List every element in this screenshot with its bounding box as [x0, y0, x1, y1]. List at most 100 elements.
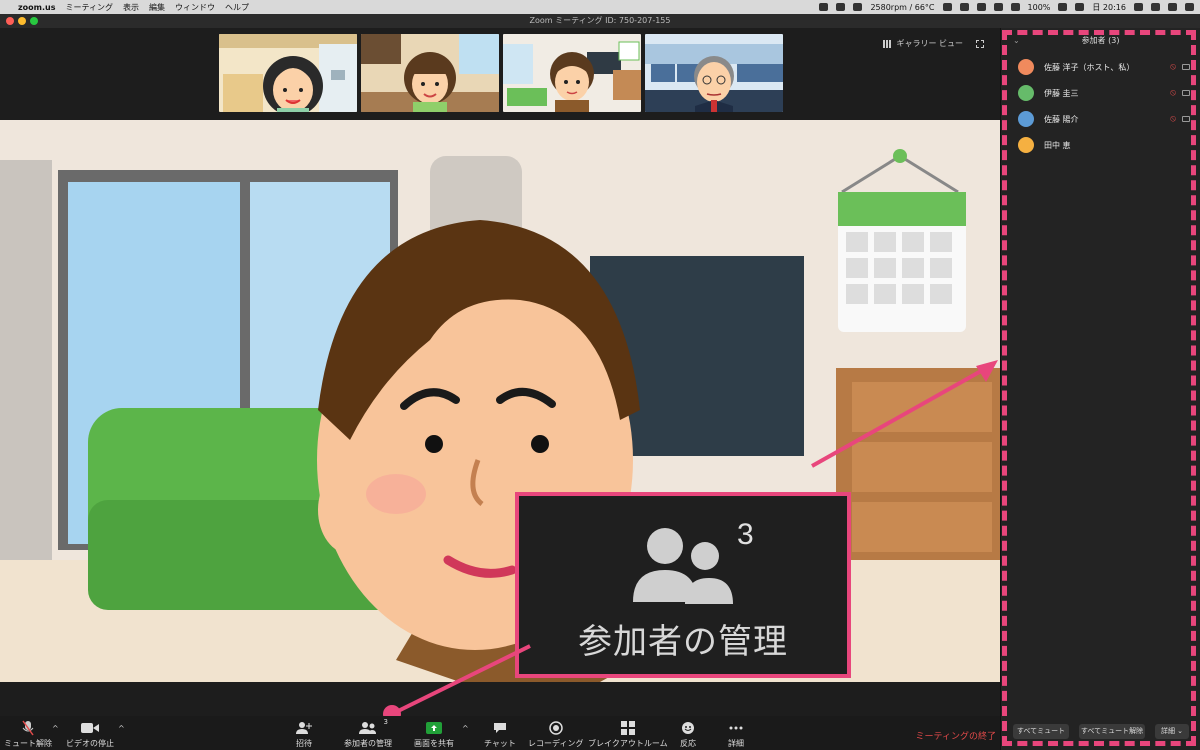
gallery-view-label: ギャラリー ビュー: [896, 39, 963, 48]
unmute-label: ミュート解除: [4, 739, 52, 748]
panel-title: 参加者 (3): [1081, 36, 1120, 45]
stop-video-label: ビデオの停止: [66, 739, 114, 748]
participant-row[interactable]: 佐藤 陽介 ⦸: [1001, 106, 1200, 132]
avatar: [1018, 85, 1034, 101]
reactions-label: 反応: [680, 739, 696, 748]
volume-icon[interactable]: [1010, 3, 1020, 11]
gallery-view-button[interactable]: ギャラリー ビュー: [883, 38, 984, 49]
end-meeting-button[interactable]: ミーティングの終了: [916, 729, 996, 742]
mic-muted-icon[interactable]: ⦸: [1170, 62, 1176, 72]
audio-options-caret[interactable]: ^: [52, 724, 59, 733]
meeting-toolbar: ミュート解除 ^ ビデオの停止 ^ 招待 3 参加者の管理 画面を共有 ^ チャ…: [0, 716, 1000, 750]
zoom-window-button[interactable]: [30, 17, 38, 25]
more-button[interactable]: 詳細: [728, 720, 744, 749]
mic-muted-icon[interactable]: ⦸: [1170, 114, 1176, 124]
manage-participants-button[interactable]: 3 参加者の管理: [344, 718, 392, 749]
fullscreen-icon[interactable]: [976, 39, 984, 48]
share-options-caret[interactable]: ^: [462, 724, 469, 733]
participant-thumbnail[interactable]: [219, 34, 357, 112]
video-camera-icon: [81, 723, 99, 733]
participants-icon: [359, 722, 376, 734]
panel-more-label: 詳細: [1160, 727, 1175, 735]
participants-list: 佐藤 洋子（ホスト、私） ⦸ 伊藤 圭三 ⦸ 佐藤 陽介 ⦸ 田中 恵: [1001, 54, 1200, 158]
flag-icon[interactable]: [1075, 3, 1085, 11]
manage-participants-label: 参加者の管理: [344, 739, 392, 748]
spotlight-icon[interactable]: [1151, 3, 1160, 11]
airplay-icon[interactable]: [959, 3, 969, 11]
share-screen-icon: [426, 722, 442, 734]
fan-speed-text[interactable]: 2580rpm / 66°C: [870, 3, 934, 12]
macos-menubar: zoom.us ミーティング 表示 編集 ウィンドウ ヘルプ 2580rpm /…: [0, 0, 1200, 14]
share-screen-label: 画面を共有: [414, 739, 454, 748]
participant-row[interactable]: 伊藤 圭三 ⦸: [1001, 80, 1200, 106]
unmute-button[interactable]: ミュート解除: [4, 720, 52, 749]
participant-thumbnail[interactable]: [361, 34, 499, 112]
video-camera-icon[interactable]: [1182, 90, 1190, 96]
invite-label: 招待: [296, 739, 312, 748]
minimize-window-button[interactable]: [18, 17, 26, 25]
panel-footer: すべてミュート すべてミュート解除 詳細 ⌄: [1001, 724, 1200, 740]
breakout-rooms-label: ブレイクアウトルーム: [588, 739, 668, 748]
user-icon[interactable]: [1168, 3, 1177, 11]
menu-edit[interactable]: 編集: [149, 2, 165, 13]
window-title: Zoom ミーティング ID: 750-207-155: [529, 16, 671, 25]
menu-window[interactable]: ウィンドウ: [175, 2, 215, 13]
participant-thumbnail[interactable]: [503, 34, 641, 112]
record-label: レコーディング: [528, 739, 584, 748]
menu-app-name[interactable]: zoom.us: [18, 3, 55, 12]
video-stage: ギャラリー ビュー 3 参加者の管理: [0, 28, 1000, 716]
zoomed-participants-callout: 3 参加者の管理: [515, 492, 851, 678]
participant-row[interactable]: 田中 恵: [1001, 132, 1200, 158]
participant-name: 田中 恵: [1044, 140, 1071, 150]
smiley-icon: [682, 722, 694, 734]
avatar: [1018, 111, 1034, 127]
add-user-icon: [296, 722, 312, 734]
collapse-chevron-icon[interactable]: ⌄: [1013, 28, 1020, 54]
panel-more-button[interactable]: 詳細 ⌄: [1155, 724, 1189, 739]
more-label: 詳細: [728, 739, 744, 748]
reactions-button[interactable]: 反応: [680, 720, 696, 749]
avatar: [1018, 59, 1034, 75]
panel-header: ⌄ 参加者 (3): [1001, 28, 1200, 54]
mute-all-button[interactable]: すべてミュート: [1013, 724, 1069, 739]
battery-text[interactable]: 100%: [1028, 3, 1051, 12]
chat-button[interactable]: チャット: [484, 720, 516, 749]
participants-panel: ⌄ 参加者 (3) 佐藤 洋子（ホスト、私） ⦸ 伊藤 圭三 ⦸ 佐藤 陽介 ⦸…: [1000, 28, 1200, 750]
clock[interactable]: 日 20:16: [1092, 2, 1126, 13]
menu-list-icon[interactable]: [1185, 3, 1194, 11]
time-machine-icon[interactable]: [942, 3, 952, 11]
participants-count-badge: 3: [383, 718, 388, 726]
share-screen-button[interactable]: 画面を共有: [414, 720, 454, 749]
breakout-grid-icon: [620, 721, 635, 735]
control-center-icon[interactable]: [1134, 3, 1143, 11]
avatar: [1018, 137, 1034, 153]
participant-name: 佐藤 洋子（ホスト、私）: [1044, 62, 1135, 72]
participant-row[interactable]: 佐藤 洋子（ホスト、私） ⦸: [1001, 54, 1200, 80]
menu-help[interactable]: ヘルプ: [225, 2, 249, 13]
record-button[interactable]: レコーディング: [528, 720, 583, 749]
battery-icon[interactable]: [1058, 3, 1068, 11]
record-icon: [548, 721, 563, 735]
gallery-strip: [219, 34, 783, 112]
zoom-status-icon[interactable]: [819, 3, 829, 11]
wifi-icon[interactable]: [993, 3, 1003, 11]
menu-meeting[interactable]: ミーティング: [65, 2, 113, 13]
stop-video-button[interactable]: ビデオの停止: [66, 720, 114, 749]
video-camera-icon[interactable]: [1182, 116, 1190, 122]
participant-thumbnail[interactable]: [645, 34, 783, 112]
traffic-lights: [6, 17, 38, 25]
invite-button[interactable]: 招待: [296, 720, 312, 749]
breakout-rooms-button[interactable]: ブレイクアウトルーム: [588, 720, 668, 749]
video-camera-icon[interactable]: [1182, 64, 1190, 70]
mic-muted-icon[interactable]: ⦸: [1170, 88, 1176, 98]
chat-bubble-icon: [493, 723, 506, 733]
callout-count: 3: [737, 518, 754, 551]
video-options-caret[interactable]: ^: [118, 724, 125, 733]
shield-icon[interactable]: [853, 3, 863, 11]
unmute-all-button[interactable]: すべてミュート解除: [1079, 724, 1145, 739]
close-window-button[interactable]: [6, 17, 14, 25]
participant-name: 佐藤 陽介: [1044, 114, 1079, 124]
bluetooth-icon[interactable]: [976, 3, 986, 11]
menu-view[interactable]: 表示: [123, 2, 139, 13]
cloud-icon[interactable]: [836, 3, 846, 11]
